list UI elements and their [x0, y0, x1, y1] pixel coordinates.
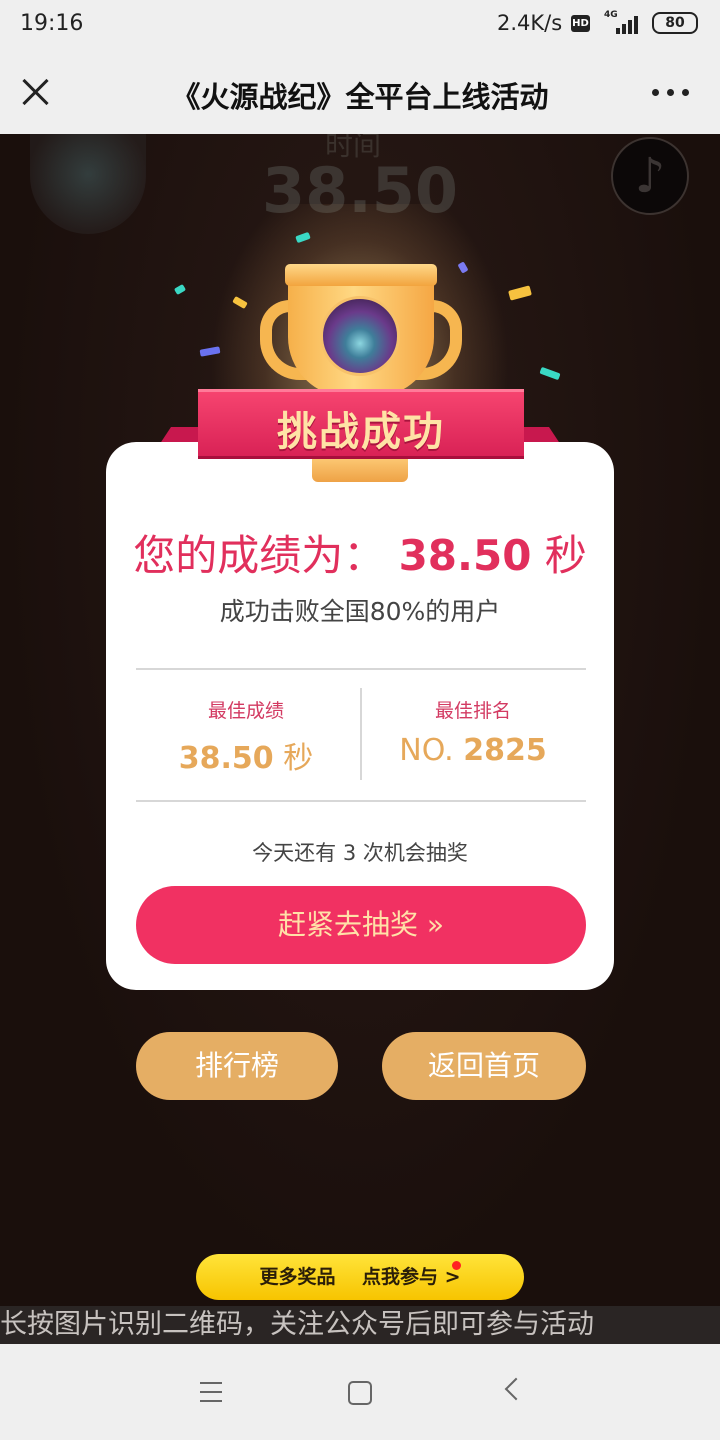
beat-percentage-text: 成功击败全国80%的用户: [219, 597, 501, 626]
signal-icon: [616, 14, 642, 34]
battery-icon: 80: [652, 12, 698, 34]
best-rank-value-row: NO. 2825: [358, 733, 588, 768]
notification-dot: [452, 1261, 461, 1270]
qr-hint-text: 长按图片识别二维码，关注公众号后即可参与活动: [0, 1306, 720, 1344]
menu-icon[interactable]: [200, 1382, 222, 1402]
best-score-value: 38.50: [178, 741, 274, 776]
best-rank-prefix: NO.: [399, 733, 454, 768]
user-avatar: [320, 296, 400, 376]
divider: [136, 800, 586, 802]
confetti-piece: [173, 283, 187, 296]
hd-icon: HD: [571, 15, 590, 32]
challenge-success-banner: 挑战成功: [198, 389, 524, 459]
home-icon[interactable]: [348, 1381, 372, 1405]
title-bar: 《火源战纪》全平台上线活动: [0, 50, 720, 134]
network-speed: 2.4K/s: [497, 11, 563, 35]
trophy-rim: [285, 264, 437, 286]
more-options-icon[interactable]: [650, 89, 690, 97]
back-icon[interactable]: [504, 1377, 528, 1401]
draw-lottery-button[interactable]: 赶紧去抽奖 »: [136, 886, 586, 964]
ranking-button[interactable]: 排行榜: [136, 1032, 338, 1100]
score-prefix: 您的成绩为：: [133, 531, 386, 580]
navigation-bar: [0, 1344, 720, 1440]
status-bar: 19:16 2.4K/s HD 4G 80: [0, 0, 720, 50]
banner-text: 挑战成功: [277, 409, 445, 455]
game-area: 时间 38.50 ♪ 您的成绩为： 38.50 秒 成功击败全国80%的用户 最…: [0, 134, 720, 1306]
join-label: 点我参与: [361, 1266, 438, 1288]
best-rank-label: 最佳排名: [434, 700, 511, 722]
score-unit: 秒: [544, 531, 587, 580]
result-card: 您的成绩为： 38.50 秒 成功击败全国80%的用户 最佳成绩 38.50 秒…: [106, 442, 614, 990]
status-time: 19:16: [20, 11, 84, 36]
more-prizes-label: 更多奖品: [259, 1266, 336, 1288]
music-icon[interactable]: ♪: [611, 137, 689, 215]
best-score-value-row: 38.50 秒: [131, 733, 361, 777]
best-score-label: 最佳成绩: [207, 700, 284, 722]
best-score-unit: 秒: [283, 741, 314, 776]
best-rank: 最佳排名 NO. 2825: [358, 696, 588, 768]
best-score: 最佳成绩 38.50 秒: [131, 696, 361, 777]
score-value: 38.50: [398, 531, 532, 580]
divider: [136, 668, 586, 670]
page-title: 《火源战纪》全平台上线活动: [171, 80, 549, 114]
best-rank-value: 2825: [463, 733, 547, 768]
confetti-piece: [508, 285, 532, 301]
remaining-chances-text: 今天还有 3 次机会抽奖: [252, 841, 468, 865]
confetti-piece: [539, 366, 561, 381]
more-prizes-button[interactable]: 更多奖品 点我参与 >: [196, 1254, 524, 1300]
back-home-button[interactable]: 返回首页: [382, 1032, 586, 1100]
score-line: 您的成绩为： 38.50 秒: [106, 522, 614, 583]
